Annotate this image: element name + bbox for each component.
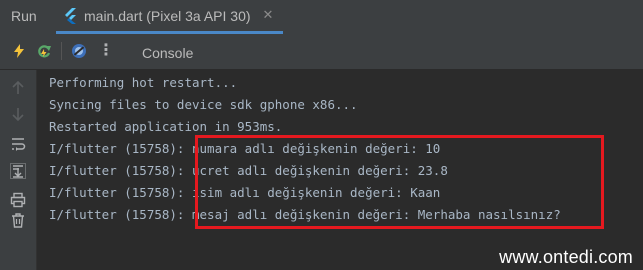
more-options-icon[interactable]: ⋮ bbox=[98, 41, 114, 59]
scroll-to-end-icon[interactable] bbox=[10, 163, 26, 179]
close-icon[interactable]: ✕ bbox=[263, 8, 274, 23]
tab-label: main.dart (Pixel 3a API 30) bbox=[84, 7, 251, 24]
console-line: Performing hot restart... bbox=[49, 75, 238, 90]
console-toolbar: ⋮ Console bbox=[0, 34, 643, 70]
console-gutter bbox=[0, 70, 37, 270]
arrow-down-icon[interactable] bbox=[10, 106, 26, 122]
trash-icon[interactable] bbox=[10, 212, 26, 228]
print-icon[interactable] bbox=[10, 192, 26, 208]
run-tool-window: Run main.dart (Pixel 3a API 30) ✕ ⋮ Cons… bbox=[0, 0, 643, 270]
tab-main-dart[interactable]: main.dart (Pixel 3a API 30) ✕ bbox=[56, 0, 284, 34]
highlight-box bbox=[195, 135, 604, 229]
flutter-icon bbox=[65, 7, 76, 24]
hot-reload-icon[interactable] bbox=[11, 43, 27, 59]
tab-console[interactable]: Console bbox=[142, 45, 193, 61]
toolbar-separator bbox=[61, 42, 62, 60]
run-panel-title: Run bbox=[11, 8, 37, 24]
watermark: www.ontedi.com bbox=[499, 247, 633, 267]
hot-restart-icon[interactable] bbox=[36, 43, 52, 59]
dart-devtools-icon[interactable] bbox=[71, 43, 87, 59]
console-line: Restarted application in 953ms. bbox=[49, 119, 283, 134]
arrow-up-icon[interactable] bbox=[10, 80, 26, 96]
run-tab-bar: Run main.dart (Pixel 3a API 30) ✕ bbox=[0, 0, 643, 35]
soft-wrap-icon[interactable] bbox=[10, 136, 26, 152]
console-line: Syncing files to device sdk gphone x86..… bbox=[49, 97, 358, 112]
